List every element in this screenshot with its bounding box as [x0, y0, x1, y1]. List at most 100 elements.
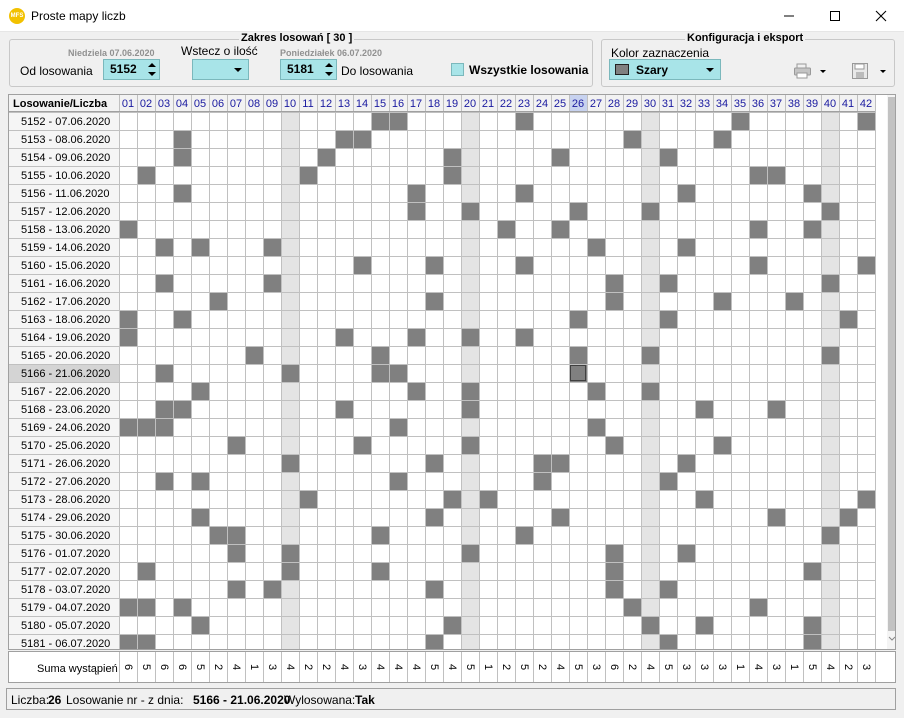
row-label[interactable]: 5167 - 22.06.2020: [21, 386, 110, 398]
hit-cell[interactable]: [461, 436, 479, 454]
vertical-scrollbar[interactable]: [887, 95, 895, 649]
row-label[interactable]: 5176 - 01.07.2020: [21, 548, 110, 560]
hit-cell[interactable]: [155, 418, 173, 436]
hit-cell[interactable]: [551, 454, 569, 472]
hit-cell[interactable]: [137, 562, 155, 580]
hit-cell[interactable]: [569, 202, 587, 220]
column-number-23[interactable]: 23: [518, 98, 530, 110]
hit-cell[interactable]: [515, 526, 533, 544]
row-label[interactable]: 5174 - 29.06.2020: [21, 512, 110, 524]
hit-cell[interactable]: [191, 472, 209, 490]
column-number-22[interactable]: 22: [500, 98, 512, 110]
hit-cell[interactable]: [191, 238, 209, 256]
hit-cell[interactable]: [569, 310, 587, 328]
hit-cell[interactable]: [569, 346, 587, 364]
hit-cell[interactable]: [497, 220, 515, 238]
hit-cell[interactable]: [119, 634, 137, 650]
row-label[interactable]: 5169 - 24.06.2020: [21, 422, 110, 434]
hit-cell[interactable]: [731, 112, 749, 130]
row-label[interactable]: 5175 - 30.06.2020: [21, 530, 110, 542]
hit-cell[interactable]: [119, 310, 137, 328]
save-button[interactable]: [852, 63, 888, 82]
hit-cell[interactable]: [767, 400, 785, 418]
hit-cell[interactable]: [227, 526, 245, 544]
column-number-31[interactable]: 31: [662, 98, 674, 110]
column-number-12[interactable]: 12: [320, 98, 332, 110]
hit-cell[interactable]: [659, 634, 677, 650]
hit-cell[interactable]: [443, 166, 461, 184]
column-number-26[interactable]: 26: [572, 98, 584, 110]
hit-cell[interactable]: [299, 490, 317, 508]
hit-cell[interactable]: [227, 436, 245, 454]
hit-cell[interactable]: [623, 598, 641, 616]
column-number-03[interactable]: 03: [158, 98, 170, 110]
hit-cell[interactable]: [173, 184, 191, 202]
hit-cell[interactable]: [263, 238, 281, 256]
hit-cell[interactable]: [659, 274, 677, 292]
hit-cell[interactable]: [371, 526, 389, 544]
hit-cell[interactable]: [119, 418, 137, 436]
hit-cell[interactable]: [857, 256, 875, 274]
column-number-21[interactable]: 21: [482, 98, 494, 110]
column-number-27[interactable]: 27: [590, 98, 602, 110]
column-number-15[interactable]: 15: [374, 98, 386, 110]
hit-cell[interactable]: [443, 490, 461, 508]
hit-cell[interactable]: [641, 346, 659, 364]
column-number-41[interactable]: 41: [842, 98, 854, 110]
hit-cell[interactable]: [605, 436, 623, 454]
hit-cell[interactable]: [227, 544, 245, 562]
hit-cell[interactable]: [389, 112, 407, 130]
column-number-13[interactable]: 13: [338, 98, 350, 110]
from-draw-spinner[interactable]: 5152: [103, 59, 160, 80]
hit-cell[interactable]: [803, 616, 821, 634]
hit-cell[interactable]: [461, 544, 479, 562]
hit-cell[interactable]: [263, 274, 281, 292]
hit-cell[interactable]: [641, 616, 659, 634]
hit-cell[interactable]: [281, 454, 299, 472]
hit-cell[interactable]: [605, 580, 623, 598]
hit-cell[interactable]: [857, 490, 875, 508]
hit-cell[interactable]: [695, 616, 713, 634]
column-number-38[interactable]: 38: [788, 98, 800, 110]
hit-cell[interactable]: [677, 454, 695, 472]
hit-cell[interactable]: [659, 580, 677, 598]
hit-cell[interactable]: [389, 364, 407, 382]
column-number-05[interactable]: 05: [194, 98, 206, 110]
row-label[interactable]: 5159 - 14.06.2020: [21, 242, 110, 254]
hit-cell[interactable]: [371, 346, 389, 364]
row-label[interactable]: 5178 - 03.07.2020: [21, 584, 110, 596]
hit-cell[interactable]: [335, 400, 353, 418]
hit-cell[interactable]: [407, 184, 425, 202]
hit-cell[interactable]: [515, 184, 533, 202]
hit-cell[interactable]: [371, 112, 389, 130]
row-label[interactable]: 5173 - 28.06.2020: [21, 494, 110, 506]
hit-cell[interactable]: [425, 256, 443, 274]
hit-cell[interactable]: [587, 238, 605, 256]
column-number-06[interactable]: 06: [212, 98, 224, 110]
column-number-02[interactable]: 02: [140, 98, 152, 110]
hit-cell[interactable]: [695, 490, 713, 508]
hit-cell[interactable]: [155, 274, 173, 292]
hit-cell[interactable]: [353, 256, 371, 274]
hit-cell[interactable]: [173, 598, 191, 616]
hit-cell[interactable]: [425, 634, 443, 650]
hit-cell[interactable]: [137, 418, 155, 436]
hit-cell[interactable]: [659, 472, 677, 490]
hit-cell[interactable]: [587, 418, 605, 436]
hit-cell[interactable]: [713, 130, 731, 148]
hit-cell[interactable]: [119, 328, 137, 346]
hit-cell[interactable]: [677, 544, 695, 562]
hit-cell[interactable]: [515, 112, 533, 130]
hit-cell[interactable]: [821, 526, 839, 544]
back-count-combo[interactable]: [192, 59, 249, 80]
column-number-01[interactable]: 01: [122, 98, 134, 110]
hit-cell[interactable]: [155, 472, 173, 490]
hit-cell[interactable]: [119, 598, 137, 616]
color-combo[interactable]: Szary: [609, 59, 721, 80]
hit-cell[interactable]: [749, 256, 767, 274]
hit-cell[interactable]: [443, 616, 461, 634]
hit-cell[interactable]: [209, 292, 227, 310]
title-bar[interactable]: MFS Proste mapy liczb: [0, 0, 904, 32]
column-number-37[interactable]: 37: [770, 98, 782, 110]
hit-cell[interactable]: [803, 184, 821, 202]
